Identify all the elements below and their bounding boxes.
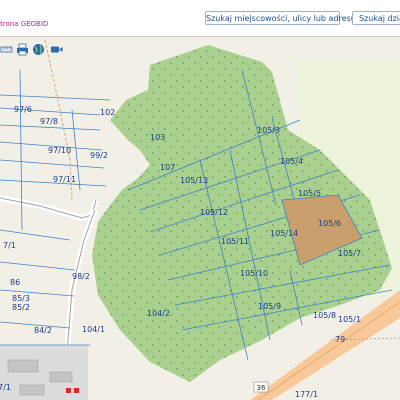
parcel-label: 79 bbox=[335, 335, 345, 344]
camera-icon[interactable] bbox=[50, 43, 63, 56]
parcel-label: 86 bbox=[10, 278, 20, 287]
road-number: 36 bbox=[257, 384, 266, 392]
parcel-label: 105/13 bbox=[180, 176, 208, 185]
parcel-label: 97/6 bbox=[14, 105, 32, 114]
search-address-button[interactable]: Szukaj miejscowości, ulicy lub adresu bbox=[205, 11, 356, 25]
measure-icon[interactable] bbox=[0, 43, 13, 56]
parcel-label: 84/2 bbox=[34, 326, 52, 335]
parcel-label: 177/1 bbox=[295, 390, 318, 399]
parcel-label: 7/1 bbox=[0, 383, 11, 392]
parcel-label: 105/3 bbox=[257, 126, 280, 135]
parcel-label: 105/8 bbox=[313, 311, 336, 320]
parcel-label: 97/10 bbox=[48, 146, 71, 155]
brand-label: trona GEOBID bbox=[0, 20, 49, 28]
parcel-label: 105/11 bbox=[221, 237, 249, 246]
parcel-label: 105/9 bbox=[258, 302, 281, 311]
parcel-label: 105/10 bbox=[240, 269, 268, 278]
parcel-label: 105/12 bbox=[200, 208, 228, 217]
parcel-label: 105/5 bbox=[298, 189, 321, 198]
parcel-label: 105/7 bbox=[338, 249, 361, 258]
cadastral-map[interactable]: 97/6 97/8 102 103 105/3 97/10 99/2 105/4 97/11 10… bbox=[0, 0, 400, 400]
parcel-label: 85/2 bbox=[12, 303, 30, 312]
parcel-label: 105/1 bbox=[338, 315, 361, 324]
parcel-label: 104/2 bbox=[147, 309, 170, 318]
header-bar: trona GEOBID Szukaj miejscowości, ulicy … bbox=[0, 0, 400, 37]
parcel-label: 103 bbox=[150, 133, 165, 142]
parcel-label: 105/4 bbox=[280, 157, 303, 166]
parcel-label: 97/8 bbox=[40, 117, 58, 126]
parcel-label: 105/6 bbox=[318, 219, 341, 228]
parcel-label: 105/14 bbox=[270, 229, 298, 238]
parcel-label: 102 bbox=[100, 108, 115, 117]
search-parcel-button[interactable]: Szukaj działki bbox=[352, 11, 400, 25]
road-shield: 36 bbox=[253, 381, 269, 393]
parcel-label: 104/1 bbox=[82, 325, 105, 334]
parcel-label: 85/3 bbox=[12, 294, 30, 303]
parcel-label: 99/2 bbox=[90, 151, 108, 160]
parcel-label: 7/1 bbox=[3, 241, 16, 250]
print-icon[interactable] bbox=[16, 43, 29, 56]
parcel-label: 97/11 bbox=[53, 175, 76, 184]
map-toolbar bbox=[0, 38, 70, 60]
parcel-label: 107 bbox=[160, 163, 175, 172]
parcel-label: 98/2 bbox=[72, 272, 90, 281]
globe-icon[interactable] bbox=[32, 43, 45, 56]
